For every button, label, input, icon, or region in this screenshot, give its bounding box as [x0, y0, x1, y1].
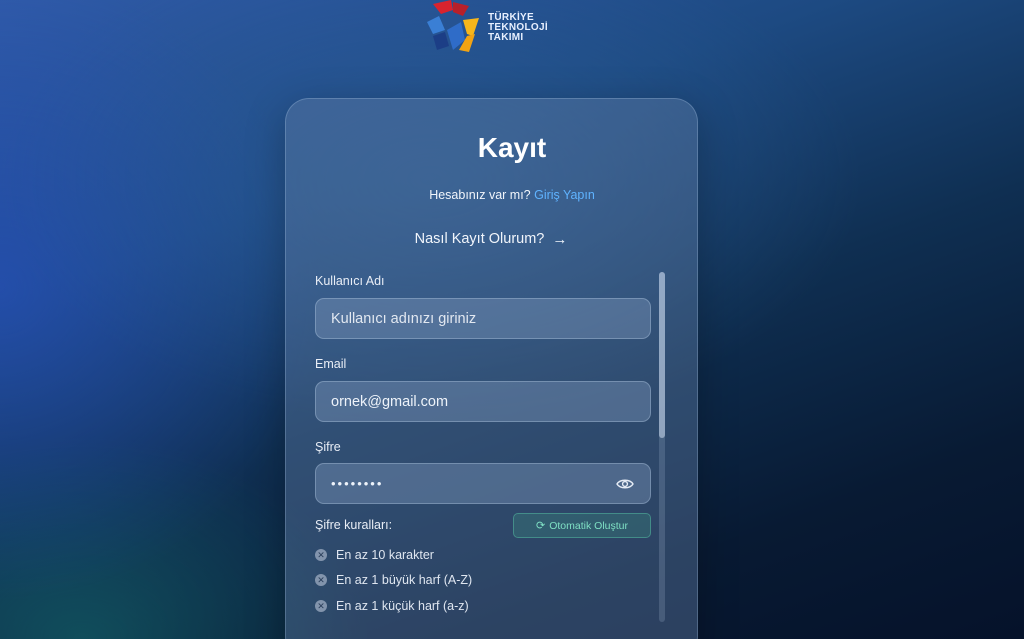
logo-mark-icon — [423, 0, 483, 56]
eye-icon[interactable] — [615, 474, 635, 494]
x-circle-icon: ✕ — [315, 549, 327, 561]
password-rules-title: Şifre kuralları: — [315, 518, 393, 532]
password-rule-item: ✕ En az 10 karakter — [315, 548, 434, 562]
logo: TÜRKİYE TEKNOLOJİ TAKIMI — [423, 0, 563, 56]
how-to-register-button[interactable]: Nasıl Kayıt Olurum? → — [405, 228, 577, 250]
x-circle-icon: ✕ — [315, 600, 327, 612]
form-scrollbar-thumb[interactable] — [659, 272, 665, 438]
password-rule-text: En az 10 karakter — [336, 548, 434, 562]
email-label: Email — [315, 357, 347, 371]
arrow-right-icon: → — [552, 230, 568, 248]
auto-generate-button[interactable]: ⟳ Otomatik Oluştur — [513, 513, 651, 538]
password-rule-text: En az 1 küçük harf (a-z) — [336, 599, 469, 613]
password-field[interactable]: •••••••• — [315, 463, 651, 504]
email-field-wrapper — [315, 381, 651, 422]
how-to-register-label: Nasıl Kayıt Olurum? — [414, 231, 545, 247]
password-masked-value: •••••••• — [331, 476, 384, 491]
login-prompt-row: Hesabınız var mı? Giriş Yapın — [0, 188, 1024, 202]
username-input[interactable] — [331, 310, 635, 327]
logo-text: TÜRKİYE TEKNOLOJİ TAKIMI — [488, 13, 548, 43]
login-prompt-text: Hesabınız var mı? — [429, 188, 531, 202]
username-label: Kullanıcı Adı — [315, 274, 385, 288]
refresh-icon: ⟳ — [536, 520, 546, 532]
email-input[interactable] — [331, 393, 635, 410]
password-rule-item: ✕ En az 1 küçük harf (a-z) — [315, 599, 469, 613]
password-rule-text: En az 1 büyük harf (A-Z) — [336, 573, 473, 587]
username-field-wrapper — [315, 298, 651, 339]
form-scrollbar-track[interactable] — [659, 272, 665, 622]
logo-line-3: TAKIMI — [488, 32, 524, 43]
password-label: Şifre — [315, 440, 341, 454]
auto-generate-label: Otomatik Oluştur — [549, 519, 628, 532]
login-link[interactable]: Giriş Yapın — [534, 188, 595, 202]
password-rule-item: ✕ En az 1 büyük harf (A-Z) — [315, 573, 472, 587]
x-circle-icon: ✕ — [315, 574, 327, 586]
page-title: Kayıt — [477, 132, 547, 163]
